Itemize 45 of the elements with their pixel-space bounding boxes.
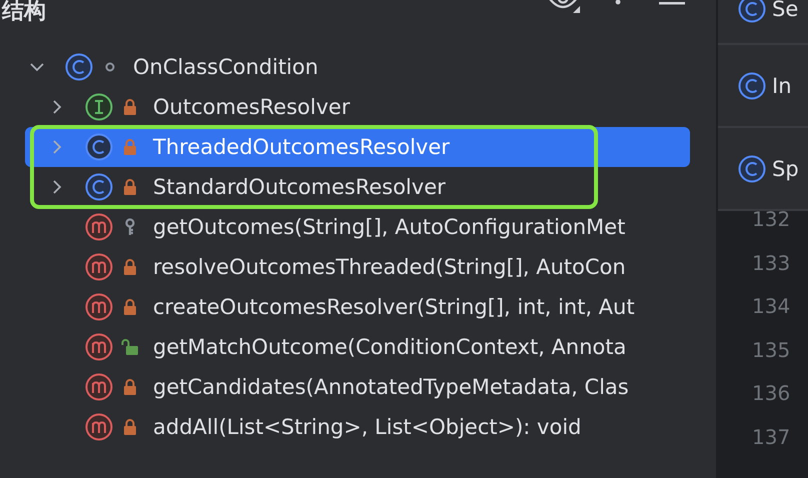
tree-item[interactable]: getOutcomes(String[], AutoConfigurationMet: [25, 207, 690, 247]
tree-item-label: StandardOutcomesResolver: [153, 175, 446, 199]
class-icon: [738, 154, 766, 182]
method-icon: [85, 413, 113, 441]
tree-item[interactable]: OnClassCondition: [25, 47, 690, 87]
tree-item[interactable]: resolveOutcomesThreaded(String[], AutoCon: [25, 247, 690, 287]
class-icon: [738, 0, 766, 22]
tree-item[interactable]: getCandidates(AnnotatedTypeMetadata, Clas: [25, 367, 690, 407]
line-number: 132: [752, 209, 792, 233]
tree-item-label: resolveOutcomesThreaded(String[], AutoCon: [153, 255, 626, 279]
tree-item[interactable]: OutcomesResolver: [25, 87, 690, 127]
file-item[interactable]: Se: [718, 0, 808, 45]
tree-item-label: OnClassCondition: [133, 55, 318, 79]
tree-item-label: addAll(List<String>, List<Object>): void: [153, 415, 582, 439]
line-number: 136: [752, 383, 792, 408]
file-name: Se: [772, 0, 798, 20]
class-icon: [65, 53, 93, 81]
method-icon: [85, 293, 113, 321]
line-number: 137: [752, 426, 792, 451]
tree-item[interactable]: ThreadedOutcomesResolver: [25, 127, 690, 167]
tree-item-label: ThreadedOutcomesResolver: [153, 135, 450, 159]
class-icon: [85, 133, 113, 161]
line-number: 134: [752, 296, 792, 320]
tree-item-label: OutcomesResolver: [153, 95, 350, 119]
class-icon: [738, 72, 766, 100]
tree-item[interactable]: getMatchOutcome(ConditionContext, Annota: [25, 327, 690, 367]
tree-item-label: getOutcomes(String[], AutoConfigurationMet: [153, 215, 626, 239]
tree-item-label: createOutcomesResolver(String[], int, int, Aut: [153, 295, 635, 319]
method-icon: [85, 333, 113, 361]
file-name: In: [772, 74, 792, 98]
tree-item-label: getMatchOutcome(ConditionContext, Annota: [153, 335, 626, 359]
tree-item-label: getCandidates(AnnotatedTypeMetadata, Clas: [153, 375, 629, 399]
method-icon: [85, 213, 113, 241]
file-item[interactable]: In: [718, 45, 808, 128]
minimize-icon[interactable]: [659, 2, 685, 5]
tree-item[interactable]: createOutcomesResolver(String[], int, int, Aut: [25, 287, 690, 327]
interface-icon: [85, 93, 113, 121]
class-icon: [85, 173, 113, 201]
tree-item[interactable]: StandardOutcomesResolver: [25, 167, 690, 207]
method-icon: [85, 253, 113, 281]
line-number: 133: [752, 252, 792, 277]
line-number: 135: [752, 340, 792, 364]
file-name: Sp: [772, 156, 799, 180]
method-icon: [85, 373, 113, 401]
tree-item[interactable]: addAll(List<String>, List<Object>): void: [25, 407, 690, 447]
